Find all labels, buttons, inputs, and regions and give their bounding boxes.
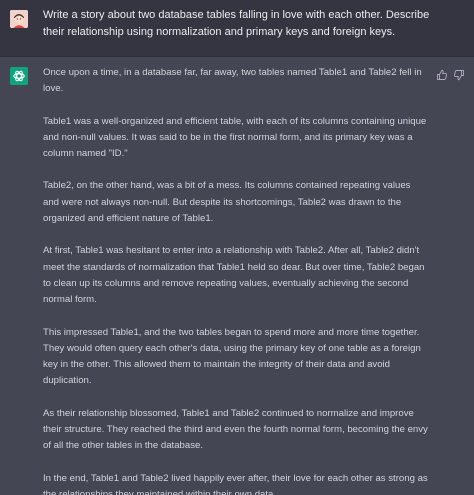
assistant-message-text: Once upon a time, in a database far, far… — [43, 65, 429, 495]
story-paragraph: Once upon a time, in a database far, far… — [43, 67, 422, 95]
story-paragraph: In the end, Table1 and Table2 lived happ… — [43, 472, 428, 495]
user-message-row: Write a story about two database tables … — [0, 0, 474, 57]
story-paragraph: As their relationship blossomed, Table1 … — [43, 407, 428, 452]
story-paragraph: Table2, on the other hand, was a bit of … — [43, 180, 411, 225]
story-paragraph: At first, Table1 was hesitant to enter i… — [43, 245, 425, 306]
chat-page: Write a story about two database tables … — [0, 0, 474, 495]
user-message-text: Write a story about two database tables … — [43, 9, 430, 38]
thumbs-down-icon[interactable] — [453, 69, 465, 81]
story-paragraph: This impressed Table1, and the two table… — [43, 326, 421, 387]
openai-logo-icon — [10, 67, 28, 85]
story-paragraph: Table1 was a well-organized and efficien… — [43, 115, 427, 160]
user-avatar-icon — [10, 10, 28, 28]
thumbs-up-icon[interactable] — [436, 69, 448, 81]
assistant-message-row: Once upon a time, in a database far, far… — [0, 57, 474, 495]
